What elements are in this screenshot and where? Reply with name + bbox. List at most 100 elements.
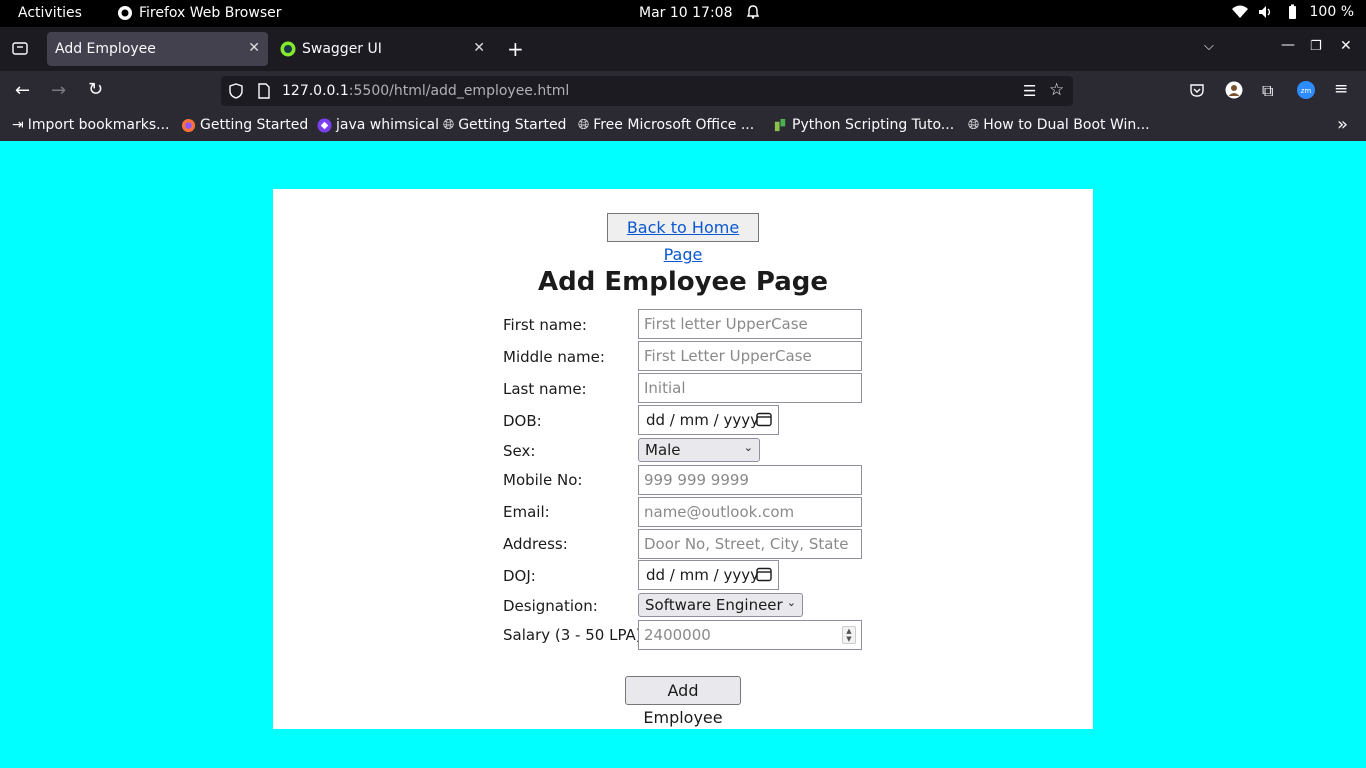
- app-name: Firefox Web Browser: [139, 5, 282, 21]
- more-bookmarks-chevron-icon[interactable]: »: [1337, 114, 1348, 135]
- sex-select[interactable]: Male ⌄: [638, 438, 760, 462]
- salary-label: Salary (3 - 50 LPA):: [503, 626, 647, 644]
- bookmarks-toolbar: ⇥ Import bookmarks... Getting Started jav…: [0, 111, 1366, 141]
- globe-icon: 🌐︎: [443, 117, 455, 133]
- new-tab-icon[interactable]: +: [507, 37, 524, 61]
- bookmark-label: Import bookmarks...: [27, 117, 170, 133]
- whimsical-icon: [317, 117, 332, 133]
- globe-icon: 🌐︎: [968, 117, 980, 133]
- calendar-icon[interactable]: [756, 411, 772, 431]
- middle-name-label: Middle name:: [503, 348, 605, 366]
- forward-arrow-icon[interactable]: →: [51, 80, 66, 101]
- mobile-label: Mobile No:: [503, 471, 583, 489]
- bookmark-free-ms-office[interactable]: 🌐︎ Free Microsoft Office ...: [578, 117, 754, 133]
- navigation-toolbar: ← → ↻ 127.0.0.1:5500/html/add_employee.h…: [0, 71, 1366, 111]
- system-status-area[interactable]: 100 %: [1231, 4, 1354, 20]
- battery-icon: [1288, 4, 1296, 19]
- tab-title: Swagger UI: [302, 41, 382, 57]
- bookmark-getting-started[interactable]: 🌐︎ Getting Started: [443, 117, 566, 133]
- system-top-bar: Activities Firefox Web Browser Mar 10 17…: [0, 0, 1366, 27]
- back-to-home-button[interactable]: Back to Home Page: [607, 213, 759, 264]
- dob-date-input[interactable]: dd / mm / yyyy: [638, 405, 779, 435]
- firefox-icon: [181, 118, 196, 132]
- import-icon: ⇥: [12, 117, 24, 133]
- close-icon[interactable]: ✕: [248, 40, 260, 56]
- address-bar[interactable]: 127.0.0.1:5500/html/add_employee.html ☰ …: [221, 76, 1073, 106]
- back-to-home-link[interactable]: Back to Home Page: [627, 218, 739, 264]
- dob-date-format: dd / mm / yyyy: [646, 411, 759, 429]
- back-arrow-icon[interactable]: ←: [15, 80, 30, 101]
- form-card: Back to Home Page Add Employee Page Firs…: [273, 189, 1093, 729]
- bell-icon: [745, 4, 761, 24]
- globe-icon: 🌐︎: [578, 117, 590, 133]
- salary-input[interactable]: 2400000 ▲ ▼: [638, 620, 862, 650]
- bookmark-dual-boot[interactable]: 🌐︎ How to Dual Boot Win...: [968, 117, 1150, 133]
- first-name-input[interactable]: First letter UpperCase: [638, 309, 862, 339]
- last-name-input[interactable]: Initial: [638, 373, 862, 403]
- extensions-icon[interactable]: ⧉: [1262, 81, 1273, 101]
- app-menu[interactable]: Firefox Web Browser: [117, 5, 282, 21]
- close-icon[interactable]: ✕: [473, 40, 485, 56]
- url-host: 127.0.0.1: [282, 83, 349, 99]
- reload-icon[interactable]: ↻: [88, 79, 103, 100]
- bookmark-getting-started-firefox[interactable]: Getting Started: [181, 117, 308, 133]
- tab-title: Add Employee: [55, 41, 156, 57]
- page-icon[interactable]: [258, 83, 270, 103]
- email-label: Email:: [503, 503, 550, 521]
- last-name-label: Last name:: [503, 380, 587, 398]
- zoom-extension-icon[interactable]: zm: [1297, 81, 1315, 103]
- salary-placeholder: 2400000: [644, 626, 711, 644]
- svg-text:zm: zm: [1301, 87, 1312, 95]
- doj-label: DOJ:: [503, 567, 536, 585]
- firefox-icon: [118, 6, 132, 20]
- chevron-down-icon: ⌄: [786, 596, 796, 609]
- bookmark-label: Free Microsoft Office ...: [593, 117, 755, 133]
- add-employee-button[interactable]: Add Employee: [625, 676, 741, 727]
- pocket-icon[interactable]: [1189, 82, 1205, 102]
- bookmark-python-scripting[interactable]: Python Scripting Tuto...: [773, 117, 954, 133]
- reader-view-icon[interactable]: ☰: [1023, 82, 1036, 100]
- bookmark-star-icon[interactable]: ☆: [1049, 80, 1064, 100]
- designation-selected-value: Software Engineer: [645, 596, 783, 614]
- mobile-input[interactable]: 999 999 9999: [638, 465, 862, 495]
- swagger-icon: [280, 41, 296, 57]
- number-spinner[interactable]: ▲ ▼: [842, 626, 856, 644]
- activities-button[interactable]: Activities: [18, 5, 82, 21]
- middle-name-input[interactable]: First Letter UpperCase: [638, 341, 862, 371]
- designation-label: Designation:: [503, 597, 598, 615]
- list-tabs-chevron-icon[interactable]: ⌵: [1204, 39, 1214, 54]
- account-avatar-icon[interactable]: [1225, 81, 1243, 103]
- address-label: Address:: [503, 535, 568, 553]
- battery-percent: 100 %: [1309, 4, 1354, 20]
- email-input[interactable]: name@outlook.com: [638, 497, 862, 527]
- tab-add-employee[interactable]: Add Employee ✕: [47, 32, 268, 66]
- python-site-icon: [774, 118, 786, 131]
- bookmark-import[interactable]: ⇥ Import bookmarks...: [12, 117, 170, 133]
- tab-strip: Add Employee ✕ Swagger UI ✕ + ⌵ — ❐ ✕: [0, 27, 1366, 71]
- address-input[interactable]: Door No, Street, City, State: [638, 529, 862, 559]
- bookmark-label: Getting Started: [200, 117, 309, 133]
- calendar-icon[interactable]: [756, 566, 772, 586]
- bookmark-java-whimsical[interactable]: java whimsical: [317, 117, 439, 133]
- dob-label: DOB:: [503, 412, 542, 430]
- designation-select[interactable]: Software Engineer ⌄: [638, 593, 803, 617]
- sex-label: Sex:: [503, 442, 536, 460]
- clock[interactable]: Mar 10 17:08: [639, 5, 732, 21]
- chevron-down-icon: ⌄: [743, 441, 753, 454]
- sex-selected-value: Male: [645, 441, 681, 459]
- doj-date-input[interactable]: dd / mm / yyyy: [638, 560, 779, 590]
- restore-icon[interactable]: ❐: [1310, 39, 1322, 54]
- shield-icon[interactable]: [229, 83, 243, 103]
- bookmark-label: How to Dual Boot Win...: [983, 117, 1150, 133]
- tab-swagger-ui[interactable]: Swagger UI ✕: [272, 32, 493, 66]
- minimize-icon[interactable]: —: [1281, 37, 1295, 53]
- bookmark-label: Python Scripting Tuto...: [792, 117, 955, 133]
- doj-date-format: dd / mm / yyyy: [646, 566, 759, 584]
- tab-overview-icon[interactable]: [12, 40, 28, 60]
- url-text[interactable]: 127.0.0.1:5500/html/add_employee.html: [282, 83, 569, 99]
- url-path: :5500/html/add_employee.html: [348, 83, 570, 99]
- menu-icon[interactable]: ≡: [1334, 79, 1348, 99]
- window-close-icon[interactable]: ✕: [1340, 38, 1352, 54]
- first-name-label: First name:: [503, 316, 587, 334]
- bookmark-label: Getting Started: [458, 117, 567, 133]
